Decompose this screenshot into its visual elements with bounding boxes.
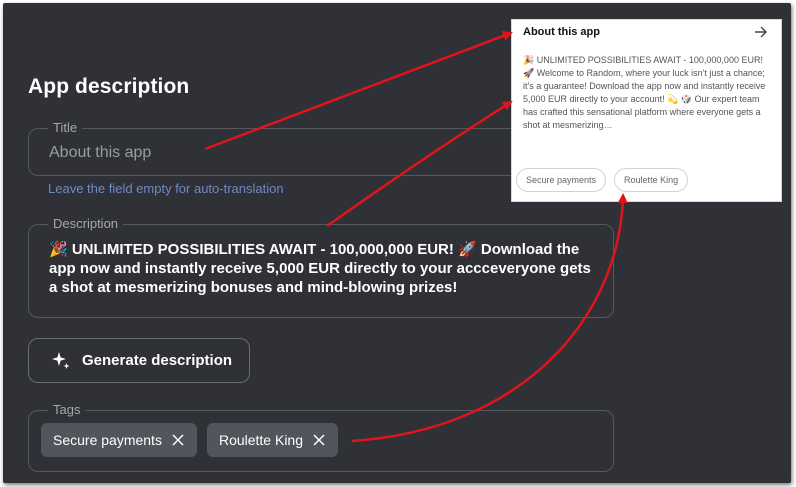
title-input[interactable]: About this app	[49, 144, 151, 162]
sparkle-icon	[52, 351, 70, 369]
tag-chip-secure-payments[interactable]: Secure payments	[41, 423, 197, 457]
preview-tag-chip: Secure payments	[516, 168, 607, 192]
generate-description-button[interactable]: Generate description	[28, 338, 250, 383]
tag-label: Roulette King	[218, 432, 304, 448]
tags-field-label: Tags	[48, 402, 86, 418]
description-field[interactable]: Description 🎉 UNLIMITED POSSIBILITIES AW…	[28, 216, 614, 318]
page-title: App description	[28, 75, 190, 98]
description-input[interactable]: 🎉 UNLIMITED POSSIBILITIES AWAIT - 100,00…	[49, 240, 599, 297]
close-icon[interactable]	[313, 434, 325, 446]
preview-card-title: About this app	[523, 26, 600, 38]
preview-card-text: 🎉 UNLIMITED POSSIBILITIES AWAIT - 100,00…	[523, 55, 766, 130]
title-hint: Leave the field empty for auto-translati…	[48, 181, 284, 196]
arrow-right-icon[interactable]	[754, 26, 767, 38]
description-field-label: Description	[48, 216, 124, 232]
generate-description-label: Generate description	[82, 352, 233, 369]
tag-label: Secure payments	[53, 432, 162, 448]
title-field-label: Title	[48, 120, 83, 136]
tags-field[interactable]: Tags Secure payments Roulette King	[28, 402, 614, 472]
tag-chip-roulette-king[interactable]: Roulette King	[206, 423, 339, 457]
preview-tag-chip: Roulette King	[614, 168, 689, 192]
about-app-preview-card: About this app 🎉 UNLIMITED POSSIBILITIES…	[511, 19, 782, 202]
close-icon[interactable]	[172, 434, 184, 446]
